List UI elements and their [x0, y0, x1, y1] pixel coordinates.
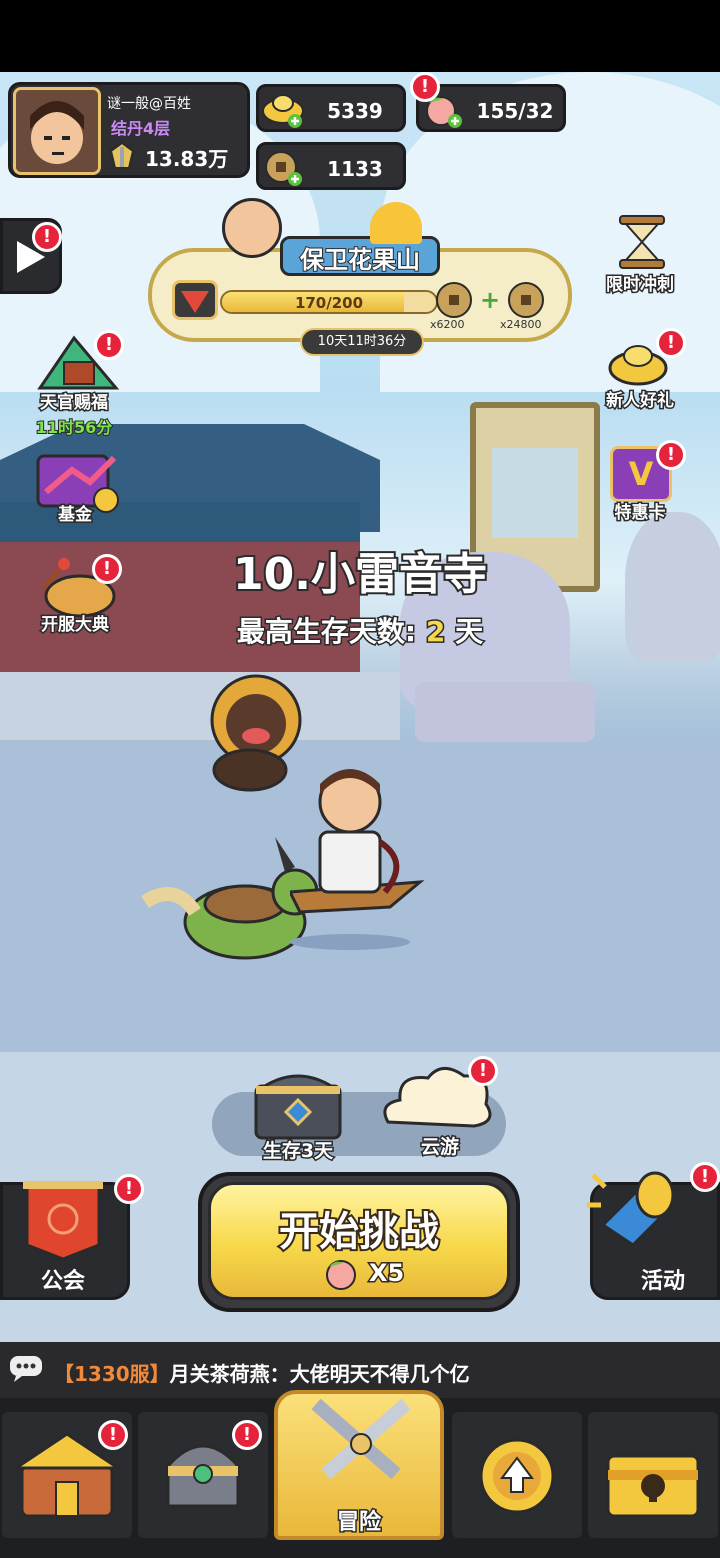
- player-realm: 结丹4层: [111, 119, 171, 138]
- event-emblem-icon: [172, 280, 218, 320]
- player-panel[interactable]: 谜一般@百姓 结丹4层 13.83万: [8, 82, 250, 178]
- stage-title: 10.小雷音寺: [231, 547, 489, 602]
- coin-amount: 1133: [327, 157, 383, 181]
- gold-ingot-icon: [261, 89, 305, 133]
- best-survival-value: 2: [424, 614, 447, 650]
- gold-currency[interactable]: 5339: [256, 84, 406, 132]
- copper-coin-icon: [261, 147, 305, 191]
- statue-pedestal: [415, 682, 595, 742]
- card-label[interactable]: 特惠卡: [598, 498, 682, 525]
- nav-adventure-button[interactable]: 冒险: [274, 1390, 444, 1540]
- reward-amount-1: x6200: [430, 318, 465, 331]
- guild-banner-icon: [23, 1181, 103, 1261]
- tianguan-alert-badge: !: [94, 330, 124, 360]
- nav-upgrade-button[interactable]: [452, 1412, 582, 1538]
- buddha-statue: [625, 512, 720, 662]
- avatar-face: [16, 90, 98, 172]
- best-survival: 最高生存天数: 2 天: [160, 610, 560, 650]
- horn-icon: [587, 1171, 676, 1247]
- status-bar: [0, 0, 720, 72]
- guild-button[interactable]: 公会: [0, 1181, 130, 1300]
- fund-label[interactable]: 基金: [30, 500, 120, 527]
- opening-label[interactable]: 开服大典: [30, 610, 120, 637]
- newbie-label[interactable]: 新人好礼: [594, 386, 686, 413]
- plus-icon: +: [480, 286, 501, 314]
- start-challenge-face: 开始挑战 X5: [208, 1182, 510, 1300]
- crossed-swords-icon: [311, 1398, 411, 1480]
- chest-label[interactable]: 生存3天: [250, 1136, 346, 1164]
- activity-alert-badge: !: [690, 1162, 720, 1192]
- reward-amount-2: x24800: [500, 318, 542, 331]
- chat-text: 月关茶荷燕：大佬明天不得几个亿: [169, 1362, 470, 1386]
- newbie-alert-badge: !: [656, 328, 686, 358]
- guild-label: 公会: [39, 1268, 86, 1296]
- monkey-king-icon: [222, 198, 282, 258]
- player-hero: [290, 769, 425, 950]
- treasure-chest-icon: [606, 1454, 700, 1518]
- tablet-inscription: [492, 448, 578, 538]
- player-name: 谜一般@百姓: [107, 96, 191, 112]
- cloud-alert-badge: !: [468, 1056, 498, 1086]
- upgrade-arrow-icon: [479, 1438, 555, 1514]
- event-timer: 10天11时36分: [300, 328, 424, 356]
- event-progress-track: 170/200: [220, 290, 438, 314]
- start-challenge-label: 开始挑战: [277, 1207, 441, 1257]
- video-alert-badge: !: [32, 222, 62, 252]
- chat-message: 【1330服】月关茶荷燕：大佬明天不得几个亿: [54, 1358, 470, 1387]
- activity-label: 活动: [639, 1268, 686, 1296]
- nav-treasure-button[interactable]: [588, 1412, 718, 1538]
- equipment-alert-badge: !: [232, 1420, 262, 1450]
- tianguan-timer: 11时56分: [35, 417, 114, 438]
- best-survival-unit: 天: [454, 614, 485, 650]
- tianguan-label[interactable]: 天官赐福: [26, 388, 122, 415]
- peach-alert-badge: !: [410, 72, 440, 102]
- opening-alert-badge: !: [92, 554, 122, 584]
- event-title: 保卫花果山: [299, 245, 421, 275]
- sprint-hourglass-icon[interactable]: [612, 212, 672, 272]
- coin-currency[interactable]: 1133: [256, 142, 406, 190]
- guild-alert-badge: !: [114, 1174, 144, 1204]
- shop-alert-badge: !: [98, 1420, 128, 1450]
- survival-chest-icon[interactable]: [250, 1064, 346, 1144]
- cost-peach-icon: [321, 1255, 361, 1295]
- cost-amount: X5: [367, 1258, 405, 1289]
- player-power: 13.83万: [145, 147, 229, 171]
- best-survival-label: 最高生存天数:: [235, 614, 417, 650]
- nav-adventure-label: 冒险: [335, 1509, 382, 1537]
- start-challenge-button[interactable]: 开始挑战 X5: [198, 1172, 520, 1312]
- sprint-label[interactable]: 限时冲刺: [596, 270, 684, 297]
- gold-amount: 5339: [327, 99, 383, 123]
- chat-bubble-icon: [10, 1356, 42, 1382]
- card-alert-badge: !: [656, 440, 686, 470]
- power-icon: [107, 141, 137, 171]
- avatar[interactable]: [13, 87, 101, 175]
- chat-server: 【1330服】: [54, 1362, 170, 1386]
- cloud-label[interactable]: 云游: [390, 1132, 490, 1160]
- activity-button[interactable]: 活动: [587, 1171, 720, 1300]
- peach-amount: 155/32: [476, 99, 554, 123]
- event-progress-text: 170/200: [294, 294, 364, 312]
